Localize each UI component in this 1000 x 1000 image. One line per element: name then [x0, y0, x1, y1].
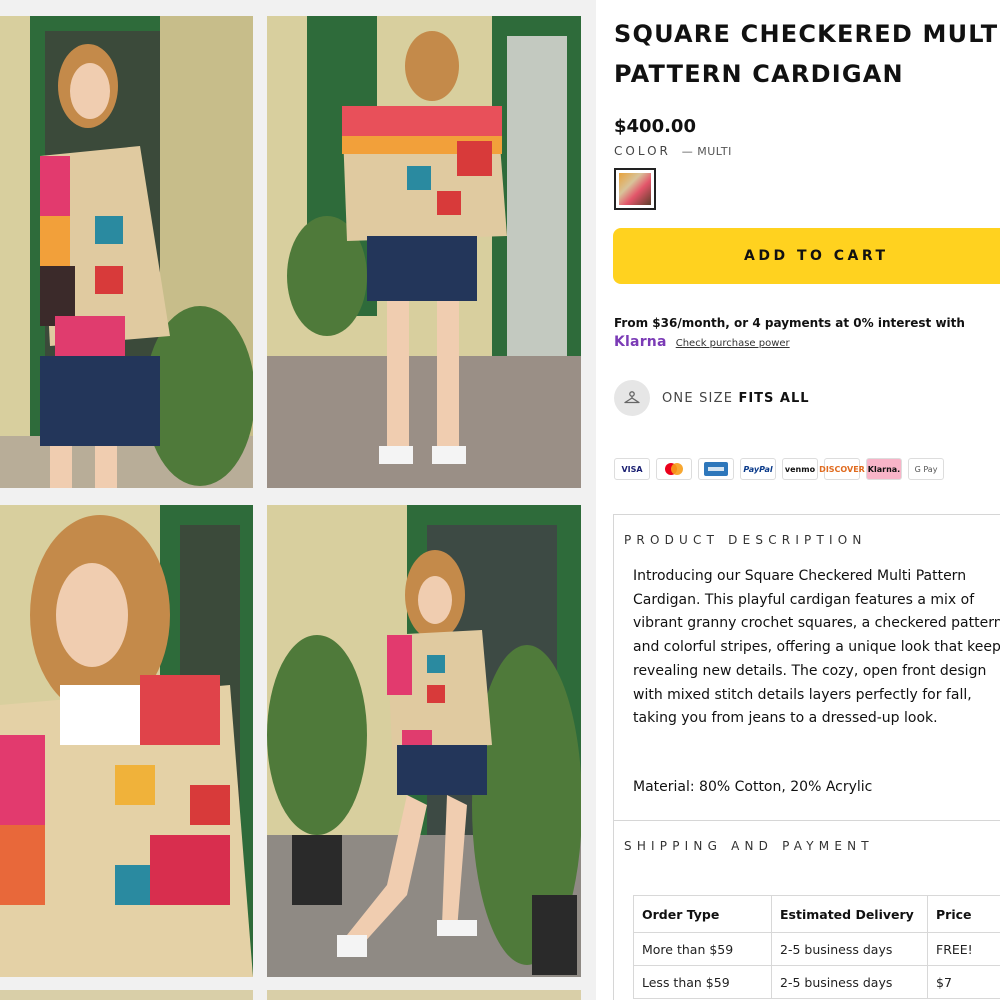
material-text: Material: 80% Cotton, 20% Acrylic — [633, 779, 873, 795]
product-photo-front-side[interactable] — [0, 16, 253, 488]
amex-icon — [698, 458, 734, 480]
google-pay-icon: G Pay — [908, 458, 944, 480]
product-description-text: Introducing our Square Checkered Multi P… — [633, 568, 1000, 727]
shipping-payment-heading[interactable]: SHIPPING AND PAYMENT — [624, 839, 874, 853]
table-row: Less than $59 2-5 business days $7 — [633, 965, 1000, 999]
product-photo-closeup[interactable] — [0, 505, 253, 977]
product-title-line-1: SQUARE CHECKERED MULTI — [614, 20, 1000, 48]
payment-methods: VISA PayPal venmo DISCOVER Klarna. G Pay — [614, 458, 944, 480]
shipping-payment-section: SHIPPING AND PAYMENT Order Type Estimate… — [613, 820, 1000, 1000]
check-purchase-power-link[interactable]: Check purchase power — [676, 338, 790, 349]
table-cell: FREE! — [927, 932, 1000, 966]
swatch-image — [619, 173, 651, 205]
size-prefix: ONE SIZE — [662, 390, 734, 406]
product-description-section: PRODUCT DESCRIPTION Introducing our Squa… — [613, 514, 1000, 820]
discover-icon: DISCOVER — [819, 458, 865, 480]
product-title-line-2: PATTERN CARDIGAN — [614, 60, 904, 88]
col-order-type: Order Type — [633, 895, 772, 933]
product-photo-more-1[interactable] — [0, 990, 253, 1000]
col-estimated-delivery: Estimated Delivery — [771, 895, 928, 933]
col-price: Price — [927, 895, 1000, 933]
klarna-row: Klarna Check purchase power — [614, 331, 790, 350]
table-cell: More than $59 — [633, 932, 772, 966]
product-gallery — [0, 0, 596, 1000]
paypal-icon: PayPal — [740, 458, 776, 480]
klarna-icon: Klarna. — [866, 458, 902, 480]
product-description-heading[interactable]: PRODUCT DESCRIPTION — [624, 533, 867, 547]
product-photo-more-2[interactable] — [267, 990, 581, 1000]
product-photo-full-length[interactable] — [267, 505, 581, 977]
color-label: COLOR — [614, 144, 671, 158]
visa-icon: VISA — [614, 458, 650, 480]
table-cell: 2-5 business days — [771, 932, 928, 966]
color-swatch-multi[interactable] — [614, 168, 656, 210]
table-header-row: Order Type Estimated Delivery Price — [633, 895, 1000, 933]
financing-text: From $36/month, or 4 payments at 0% inte… — [614, 316, 965, 330]
product-photo-back[interactable] — [267, 16, 581, 488]
size-value: FITS ALL — [738, 390, 810, 406]
size-info: ONE SIZE FITS ALL — [614, 380, 810, 416]
venmo-icon: venmo — [782, 458, 818, 480]
table-cell: 2-5 business days — [771, 965, 928, 999]
product-info-panel: SQUARE CHECKERED MULTI PATTERN CARDIGAN … — [596, 0, 1000, 1000]
product-title: SQUARE CHECKERED MULTI PATTERN CARDIGAN — [614, 14, 1000, 94]
size-text: ONE SIZE FITS ALL — [662, 391, 810, 406]
product-price: $400.00 — [614, 116, 696, 137]
color-selector-label: COLOR — MULTI — [614, 144, 732, 158]
table-cell: Less than $59 — [633, 965, 772, 999]
table-cell: $7 — [927, 965, 1000, 999]
add-to-cart-button[interactable]: ADD TO CART — [613, 228, 1000, 284]
color-value: — MULTI — [681, 145, 732, 158]
shipping-table: Order Type Estimated Delivery Price More… — [633, 895, 1000, 999]
hanger-icon — [614, 380, 650, 416]
mastercard-icon — [656, 458, 692, 480]
klarna-logo: Klarna — [614, 334, 667, 350]
table-row: More than $59 2-5 business days FREE! — [633, 932, 1000, 966]
